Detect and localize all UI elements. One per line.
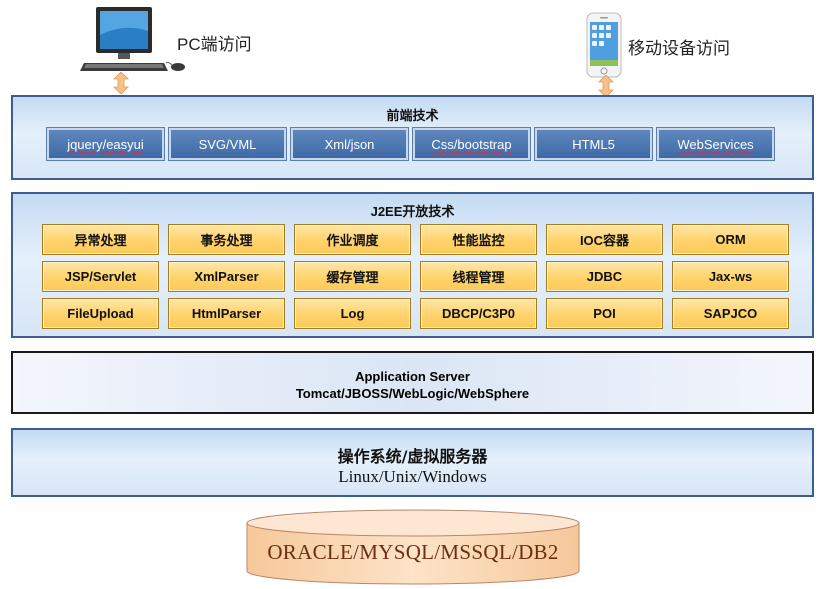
j2ee-item: 性能监控 — [420, 224, 537, 255]
os-layer: 操作系统/虚拟服务器 Linux/Unix/Windows — [11, 428, 814, 497]
frontend-title: 前端技术 — [386, 108, 439, 123]
j2ee-item: HtmlParser — [168, 298, 285, 329]
j2ee-item: 缓存管理 — [294, 261, 411, 292]
app-server-title: Application Server — [355, 369, 470, 384]
j2ee-item: Jax-ws — [672, 261, 789, 292]
desktop-computer-icon — [80, 7, 185, 71]
bidirectional-arrow-icon — [113, 72, 129, 94]
j2ee-item: POI — [546, 298, 663, 329]
j2ee-item: 线程管理 — [420, 261, 537, 292]
frontend-item: jquery/easyui — [46, 127, 165, 161]
frontend-item-label: jquery/easyui — [67, 136, 144, 152]
mobile-phone-icon — [586, 12, 622, 78]
frontend-item: Css/bootstrap — [412, 127, 531, 161]
frontend-layer: 前端技术 jquery/easyui SVG/VML Xml/json Css/… — [11, 95, 814, 180]
j2ee-item: JSP/Servlet — [42, 261, 159, 292]
j2ee-item: DBCP/C3P0 — [420, 298, 537, 329]
frontend-item: Xml/json — [290, 127, 409, 161]
bidirectional-arrow-icon — [598, 75, 614, 97]
j2ee-layer: J2EE开放技术 异常处理 事务处理 作业调度 性能监控 IOC容器 ORM J… — [11, 192, 814, 338]
frontend-item: HTML5 — [534, 127, 653, 161]
j2ee-item: IOC容器 — [546, 224, 663, 255]
j2ee-item: JDBC — [546, 261, 663, 292]
j2ee-item: Log — [294, 298, 411, 329]
j2ee-title: J2EE开放技术 — [370, 204, 455, 219]
j2ee-item: ORM — [672, 224, 789, 255]
pc-access-label: PC端访问 — [177, 35, 252, 54]
os-title: 操作系统/虚拟服务器 — [337, 447, 488, 466]
frontend-item-label: Css/bootstrap — [431, 136, 512, 152]
frontend-item-label: WebServices — [677, 136, 754, 152]
j2ee-item: 事务处理 — [168, 224, 285, 255]
app-server-layer: Application Server Tomcat/JBOSS/WebLogic… — [11, 351, 814, 414]
database-label: ORACLE/MYSQL/MSSQL/DB2 — [267, 540, 559, 564]
os-subtitle: Linux/Unix/Windows — [338, 467, 487, 486]
frontend-item: WebServices — [656, 127, 775, 161]
app-server-list: Tomcat/JBOSS/WebLogic/WebSphere — [295, 386, 530, 401]
frontend-item-label: SVG/VML — [198, 136, 257, 152]
mobile-access-label: 移动设备访问 — [628, 39, 730, 58]
j2ee-item: FileUpload — [42, 298, 159, 329]
frontend-item-label: Xml/json — [324, 136, 375, 152]
j2ee-item: SAPJCO — [672, 298, 789, 329]
frontend-item: SVG/VML — [168, 127, 287, 161]
j2ee-item: XmlParser — [168, 261, 285, 292]
j2ee-item: 作业调度 — [294, 224, 411, 255]
frontend-item-label: HTML5 — [572, 136, 615, 152]
j2ee-item: 异常处理 — [42, 224, 159, 255]
